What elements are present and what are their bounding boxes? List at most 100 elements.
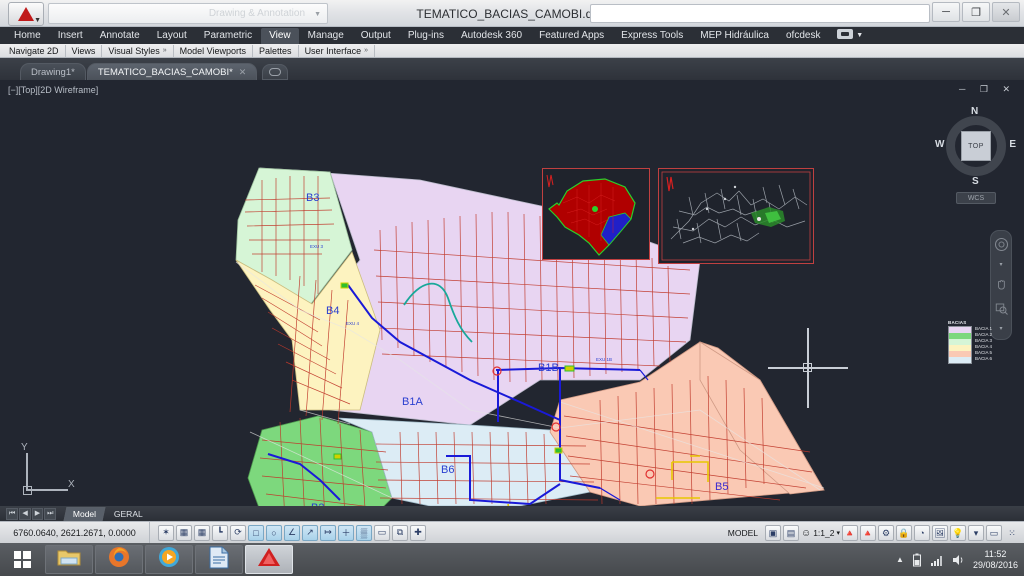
resize-grip-icon[interactable]: ⁙: [1004, 525, 1020, 541]
quick-access-toolbar[interactable]: Drawing & Annotation ▼: [48, 3, 328, 24]
state-map-inset[interactable]: [542, 168, 650, 260]
chevron-down-icon[interactable]: ▾: [999, 261, 1002, 268]
ribbon-tab-annotate[interactable]: Annotate: [92, 28, 148, 44]
close-button[interactable]: ✕: [992, 2, 1020, 22]
last-layout-button[interactable]: ⏭: [44, 507, 57, 520]
taskbar-clock[interactable]: 11:52 29/08/2016: [973, 549, 1018, 571]
ribbon-panel-model-viewports[interactable]: Model Viewports: [174, 44, 254, 57]
basin-label-b3[interactable]: B3: [306, 192, 319, 204]
object-snap-icon[interactable]: □: [248, 524, 264, 541]
snap-mode-icon[interactable]: ▦: [176, 524, 192, 541]
search-input[interactable]: [590, 4, 930, 23]
panel-expand-icon[interactable]: »: [364, 45, 368, 57]
ucs-selector-button[interactable]: WCS: [956, 192, 996, 204]
ribbon-panel-visual-styles[interactable]: Visual Styles»: [102, 44, 174, 57]
basin-label-b6[interactable]: B6: [441, 464, 454, 476]
first-layout-button[interactable]: ⏮: [6, 507, 19, 520]
thematic-basin-map[interactable]: EXU 3 EXU 4 EXU 1B EXU 2 EXU 6: [0, 80, 1024, 506]
network-signal-icon[interactable]: [930, 554, 944, 566]
ribbon-tab-plug-ins[interactable]: Plug-ins: [400, 28, 452, 44]
dynamic-input-icon[interactable]: ↦: [320, 524, 336, 541]
expand-icon[interactable]: ▾: [968, 525, 984, 541]
object-snap-tracking-icon[interactable]: ∠: [284, 524, 300, 541]
selection-cycling-icon[interactable]: ⧉: [392, 524, 408, 541]
layout-tab-geral[interactable]: GERAL: [104, 507, 152, 521]
model-layout-icon[interactable]: ▤: [782, 525, 799, 541]
ribbon-tab-manage[interactable]: Manage: [300, 28, 352, 44]
lineweight-icon[interactable]: ＋: [338, 524, 354, 541]
battery-icon[interactable]: [912, 553, 922, 567]
model-space-button[interactable]: MODEL: [724, 528, 762, 538]
layout-tab-model[interactable]: Model: [63, 506, 107, 521]
ribbon-overflow-button[interactable]: ▼: [829, 27, 871, 44]
hardware-accel-icon[interactable]: ◔: [914, 525, 930, 541]
annotation-monitor-icon[interactable]: ✚: [410, 524, 426, 541]
annotation-scale-selector[interactable]: ☺ 1:1_2 ▾: [801, 528, 840, 539]
transparency-icon[interactable]: ▒: [356, 524, 372, 541]
dynamic-ucs-icon[interactable]: ↗: [302, 524, 318, 541]
next-layout-button[interactable]: ▶: [31, 507, 44, 520]
basin-label-b1a[interactable]: B1A: [402, 396, 423, 408]
start-button[interactable]: [0, 543, 44, 576]
taskbar-item-file-explorer[interactable]: File Explorer: [45, 545, 93, 574]
application-menu-button[interactable]: ▼: [8, 2, 44, 26]
basin-label-b1b[interactable]: B1B: [538, 362, 559, 374]
ribbon-tab-parametric[interactable]: Parametric: [196, 28, 260, 44]
chevron-down-icon[interactable]: ▾: [836, 529, 840, 537]
infer-constraints-icon[interactable]: ✶: [158, 524, 174, 541]
new-drawing-tab-button[interactable]: [262, 64, 289, 80]
document-tab-0[interactable]: Drawing1*: [20, 63, 86, 80]
previous-layout-button[interactable]: ◀: [19, 507, 31, 520]
workspace-switching-icon[interactable]: ⚙: [878, 525, 894, 541]
viewcube[interactable]: TOP N S W E: [935, 106, 1016, 187]
autoscale-icon[interactable]: 🔺: [860, 525, 876, 541]
annotation-visibility-icon[interactable]: 🔺: [842, 525, 858, 541]
ribbon-tab-express-tools[interactable]: Express Tools: [613, 28, 691, 44]
taskbar-item-firefox[interactable]: Mozilla Firefox: [95, 545, 143, 574]
ribbon-panel-user-interface[interactable]: User Interface»: [299, 44, 375, 57]
taskbar-item-autocad[interactable]: AutoCAD: [245, 545, 293, 574]
ribbon-tab-layout[interactable]: Layout: [149, 28, 195, 44]
ribbon-tab-ofcdesk[interactable]: ofcdesk: [778, 28, 828, 44]
ribbon-tab-mep-hidr-ulica[interactable]: MEP Hidráulica: [692, 28, 777, 44]
volume-icon[interactable]: [952, 554, 965, 566]
compass-north-label[interactable]: N: [971, 106, 978, 117]
ribbon-tab-view[interactable]: View: [261, 27, 299, 44]
ribbon-tab-autodesk-360[interactable]: Autodesk 360: [453, 28, 530, 44]
ribbon-tab-featured-apps[interactable]: Featured Apps: [531, 28, 612, 44]
clean-screen-icon[interactable]: ▭: [986, 525, 1002, 541]
isolate-objects-icon[interactable]: 🖼: [932, 525, 948, 541]
grid-display-icon[interactable]: ▦: [194, 524, 210, 541]
pan-hand-icon[interactable]: [994, 277, 1009, 292]
ribbon-tab-insert[interactable]: Insert: [50, 28, 91, 44]
quick-properties-icon[interactable]: ▭: [374, 524, 390, 541]
ribbon-panel-navigate-2d[interactable]: Navigate 2D: [3, 44, 66, 57]
show-hidden-icons-icon[interactable]: ▲: [896, 555, 904, 564]
taskbar-item-media-player[interactable]: Media Player: [145, 545, 193, 574]
ortho-mode-icon[interactable]: ┗: [212, 524, 228, 541]
compass-east-label[interactable]: E: [1009, 139, 1016, 150]
document-tab-active[interactable]: TEMATICO_BACIAS_CAMOBI* ✕: [86, 63, 258, 80]
lock-ui-icon[interactable]: 🔒: [896, 525, 912, 541]
maximize-button[interactable]: ❐: [962, 2, 990, 22]
close-icon[interactable]: ✕: [239, 67, 247, 78]
basin-label-b4[interactable]: B4: [326, 305, 339, 317]
compass-south-label[interactable]: S: [972, 176, 979, 187]
viewcube-top-face[interactable]: TOP: [961, 131, 991, 161]
steering-wheels-icon[interactable]: [994, 237, 1009, 252]
compass-west-label[interactable]: W: [935, 139, 944, 150]
city-map-inset[interactable]: [658, 168, 814, 264]
ribbon-tab-home[interactable]: Home: [6, 28, 49, 44]
zoom-icon[interactable]: [994, 301, 1009, 316]
basin-label-b5[interactable]: B5: [715, 481, 728, 493]
status-bar-menu-icon[interactable]: 💡: [950, 525, 966, 541]
ribbon-tab-output[interactable]: Output: [353, 28, 399, 44]
3d-object-snap-icon[interactable]: ○: [266, 524, 282, 541]
layout-viewport-icon[interactable]: ▣: [764, 525, 781, 541]
coordinate-display[interactable]: 6760.0640, 2621.2671, 0.0000: [0, 522, 150, 543]
panel-expand-icon[interactable]: »: [163, 45, 167, 57]
polar-tracking-icon[interactable]: ⟳: [230, 524, 246, 541]
taskbar-item-libreoffice-writer[interactable]: LibreOffice Writer: [195, 545, 243, 574]
ribbon-panel-views[interactable]: Views: [66, 44, 103, 57]
minimize-button[interactable]: ─: [932, 2, 960, 22]
